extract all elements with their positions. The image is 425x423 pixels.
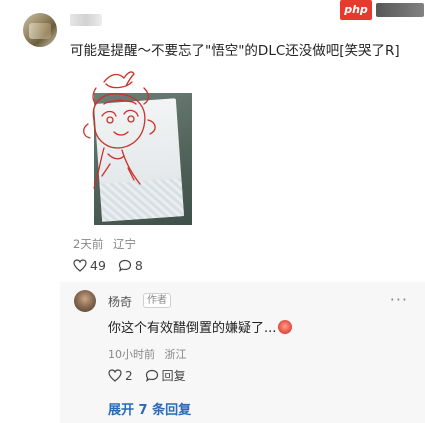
commenter-name-blurred[interactable] [70, 14, 102, 26]
post-time: 2天前 [73, 237, 104, 251]
reply-like-button[interactable]: 2 [108, 369, 133, 383]
commenter-avatar[interactable] [23, 13, 57, 47]
post-location: 辽宁 [112, 237, 136, 251]
comment-bubble-icon [118, 259, 132, 272]
site-watermark-logo: php [340, 0, 425, 20]
heart-icon [73, 259, 87, 272]
post-meta: 2天前 辽宁 [73, 236, 136, 252]
watermark-php: php [340, 0, 372, 20]
watermark-blurred-text [376, 3, 424, 17]
reply-count: 8 [134, 258, 143, 273]
post-actions: 49 8 [73, 258, 155, 273]
heart-icon [108, 369, 122, 382]
reply-bubble-icon [145, 369, 158, 382]
emoji-icon [278, 320, 293, 334]
reply-like-count: 2 [125, 368, 133, 383]
author-badge: 作者 [143, 293, 171, 308]
comment-text: 可能是提醒～不要忘了"悟空"的DLC还没做吧[笑哭了R] [70, 43, 400, 59]
reply-actions: 2 回复 [108, 367, 198, 384]
reply-meta: 10小时前 浙江 [108, 346, 187, 362]
reply-reply-button[interactable]: 回复 [145, 367, 186, 384]
reply-author-name[interactable]: 杨奇 [108, 293, 132, 310]
like-count: 49 [90, 258, 106, 273]
reply-text: 你这个有效醋倒置的嫌疑了... [108, 317, 293, 336]
more-icon[interactable]: ··· [390, 290, 408, 309]
reply-time: 10小时前 [108, 348, 155, 361]
reply-label: 回复 [161, 369, 186, 383]
expand-replies-link[interactable]: 展开 7 条回复 [108, 399, 191, 418]
reply-avatar[interactable] [74, 290, 96, 312]
comment-button[interactable]: 8 [118, 258, 143, 273]
reply-location: 浙江 [164, 348, 187, 361]
red-doodle-overlay [83, 71, 156, 189]
reply-text-content: 你这个有效醋倒置的嫌疑了... [108, 321, 277, 336]
like-button[interactable]: 49 [73, 258, 106, 273]
